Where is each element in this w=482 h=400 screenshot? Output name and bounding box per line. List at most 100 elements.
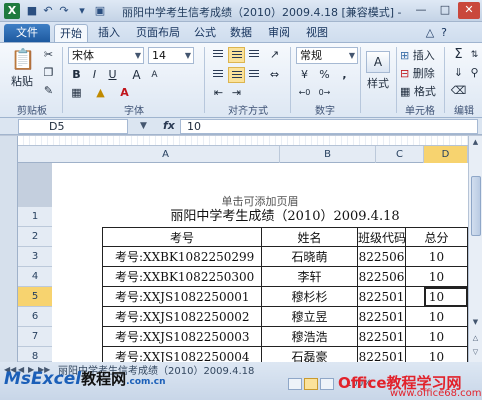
row-header-6[interactable]: 6 xyxy=(18,307,52,327)
row-header-4[interactable]: 4 xyxy=(18,267,52,287)
orientation-icon[interactable]: ↗ xyxy=(266,47,283,63)
column-header-b[interactable]: B xyxy=(280,146,376,163)
table-cell[interactable]: 石晓萌 xyxy=(262,247,358,267)
page-break-view-button[interactable] xyxy=(320,378,334,390)
scroll-up-icon[interactable]: ▲ xyxy=(469,136,482,149)
tab-file[interactable]: 文件 xyxy=(4,24,50,42)
table-title[interactable]: 丽阳中学考生成绩（2010）2009.4.18 xyxy=(102,207,468,227)
table-header-cell[interactable]: 姓名 xyxy=(262,227,358,247)
align-bottom-icon[interactable] xyxy=(246,47,263,63)
table-cell[interactable]: 10 xyxy=(406,307,468,327)
decrease-indent-icon[interactable]: ⇤ xyxy=(210,85,227,101)
align-left-icon[interactable] xyxy=(210,67,227,83)
table-header-cell[interactable]: 总分 xyxy=(406,227,468,247)
tab-formulas[interactable]: 公式 xyxy=(190,24,220,42)
table-cell[interactable]: 822506 xyxy=(358,267,406,287)
align-middle-icon[interactable] xyxy=(228,47,245,63)
close-button[interactable]: ✕ xyxy=(458,2,480,19)
table-header-cell[interactable]: 考号 xyxy=(102,227,262,247)
styles-icon[interactable]: A xyxy=(366,51,390,73)
font-name-select[interactable]: 宋体 ▼ xyxy=(68,47,144,64)
row-header-2[interactable]: 2 xyxy=(18,227,52,247)
cut-icon[interactable]: ✂ xyxy=(40,47,57,63)
name-box-dropdown-icon[interactable]: ▼ xyxy=(140,121,147,131)
bold-button[interactable]: B xyxy=(68,67,85,83)
tab-data[interactable]: 数据 xyxy=(226,24,256,42)
table-header-cell[interactable]: 班级代码 xyxy=(358,227,406,247)
table-cell[interactable]: 822506 xyxy=(358,247,406,267)
customize-quick-access-icon[interactable]: ▾ xyxy=(74,3,90,19)
tab-home[interactable]: 开始 xyxy=(54,24,88,42)
next-page-icon[interactable]: ▽ xyxy=(469,346,482,359)
scroll-thumb[interactable] xyxy=(471,176,481,236)
increase-decimal-icon[interactable]: ←0 xyxy=(296,85,313,101)
formula-input[interactable]: 10 xyxy=(180,119,478,134)
fill-icon[interactable]: ⇓ xyxy=(450,65,467,81)
merge-center-icon[interactable]: ⇔ xyxy=(266,67,283,83)
table-cell[interactable]: 李轩 xyxy=(262,267,358,287)
row-header-5[interactable]: 5 xyxy=(18,287,52,307)
sort-filter-icon[interactable]: ⇅ xyxy=(466,47,482,63)
insert-cells-button[interactable]: ⊞ 插入 xyxy=(400,47,440,63)
row-header-1[interactable]: 1 xyxy=(18,207,52,227)
styles-button-label[interactable]: 样式 xyxy=(362,75,394,91)
copy-icon[interactable]: ❐ xyxy=(40,65,57,81)
active-cell-d5[interactable] xyxy=(424,287,468,307)
table-cell[interactable]: 考号:XXBK1082250300 xyxy=(102,267,262,287)
table-cell[interactable]: 穆杉杉 xyxy=(262,287,358,307)
ribbon-collapse-icon[interactable]: △ xyxy=(424,24,436,42)
minimize-button[interactable]: — xyxy=(410,2,432,19)
table-cell[interactable]: 822501 xyxy=(358,287,406,307)
paste-icon[interactable]: 📋 xyxy=(8,47,38,73)
table-cell[interactable]: 考号:XXJS1082250003 xyxy=(102,327,262,347)
normal-view-button[interactable] xyxy=(288,378,302,390)
table-cell[interactable]: 考号:XXJS1082250002 xyxy=(102,307,262,327)
autosum-button[interactable]: Σ xyxy=(450,47,467,63)
shrink-font-button[interactable]: A xyxy=(146,67,163,83)
add-header-hint[interactable]: 单击可添加页眉 xyxy=(52,193,468,208)
horizontal-ruler[interactable] xyxy=(18,136,468,146)
find-select-icon[interactable]: ⚲ xyxy=(466,65,482,81)
row-header-3[interactable]: 3 xyxy=(18,247,52,267)
comma-style-button[interactable]: , xyxy=(336,67,353,83)
borders-icon[interactable]: ▦ xyxy=(68,85,85,101)
tab-review[interactable]: 审阅 xyxy=(264,24,294,42)
help-icon[interactable]: ? xyxy=(438,24,450,42)
redo-icon[interactable]: ↷ xyxy=(56,3,72,19)
font-size-select[interactable]: 14 ▼ xyxy=(148,47,194,64)
table-cell[interactable]: 考号:XXJS1082250001 xyxy=(102,287,262,307)
previous-page-icon[interactable]: △ xyxy=(469,332,482,345)
number-format-select[interactable]: 常规 ▼ xyxy=(296,47,358,64)
table-cell[interactable]: 10 xyxy=(406,247,468,267)
save-icon[interactable]: ■ xyxy=(24,3,40,19)
column-header-a[interactable]: A xyxy=(52,146,280,163)
name-box[interactable]: D5 xyxy=(18,119,128,134)
format-cells-button[interactable]: ▦ 格式 xyxy=(400,83,440,99)
row-header-8[interactable]: 8 xyxy=(18,347,52,362)
paste-button-label[interactable]: 粘贴 xyxy=(6,73,38,89)
increase-indent-icon[interactable]: ⇥ xyxy=(228,85,245,101)
maximize-button[interactable]: □ xyxy=(434,2,456,19)
clear-icon[interactable]: ⌫ xyxy=(450,83,467,99)
align-top-icon[interactable] xyxy=(210,47,227,63)
tab-view[interactable]: 视图 xyxy=(302,24,332,42)
fill-color-icon[interactable]: ▲ xyxy=(92,85,109,101)
open-folder-icon[interactable]: ▣ xyxy=(92,3,108,19)
table-cell[interactable]: 822501 xyxy=(358,327,406,347)
currency-icon[interactable]: ¥ xyxy=(296,67,313,83)
column-header-c[interactable]: C xyxy=(376,146,424,163)
tab-page-layout[interactable]: 页面布局 xyxy=(132,24,184,42)
page-layout-view-button[interactable] xyxy=(304,378,318,390)
align-center-icon[interactable] xyxy=(228,67,245,83)
tab-insert[interactable]: 插入 xyxy=(94,24,124,42)
delete-cells-button[interactable]: ⊟ 删除 xyxy=(400,65,440,81)
align-right-icon[interactable] xyxy=(246,67,263,83)
table-cell[interactable]: 10 xyxy=(406,267,468,287)
table-cell[interactable]: 穆浩浩 xyxy=(262,327,358,347)
table-cell[interactable]: 穆立昱 xyxy=(262,307,358,327)
excel-app-icon[interactable]: X xyxy=(4,3,20,19)
percent-button[interactable]: % xyxy=(316,67,333,83)
font-color-button[interactable]: A xyxy=(116,85,133,101)
column-header-d[interactable]: D xyxy=(424,146,468,163)
decrease-decimal-icon[interactable]: 0→ xyxy=(316,85,333,101)
